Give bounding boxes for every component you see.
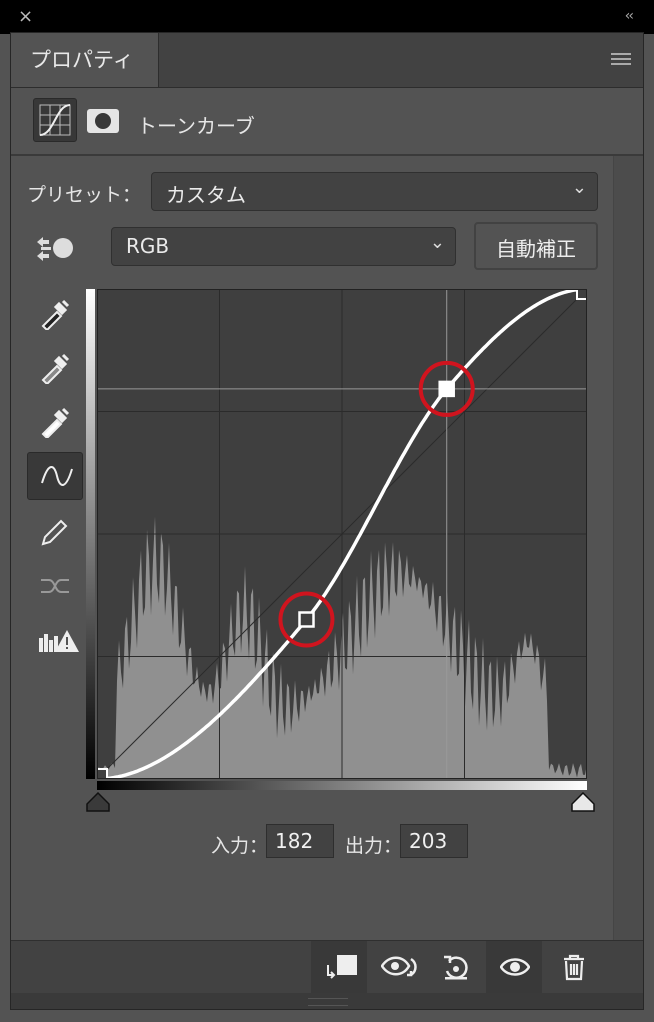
tab-row: プロパティ — [11, 33, 643, 88]
smooth-icon[interactable] — [27, 562, 83, 610]
resize-handle[interactable] — [11, 993, 643, 1009]
delete-button[interactable] — [546, 941, 602, 993]
eyedropper-white-icon[interactable] — [27, 398, 83, 446]
bottom-toolbar — [11, 940, 643, 993]
close-icon[interactable]: × — [18, 8, 36, 26]
chevron-down-icon: ⌄ — [429, 232, 445, 253]
reset-button[interactable] — [427, 941, 483, 993]
black-point-slider[interactable] — [86, 792, 110, 812]
visibility-button[interactable] — [486, 941, 542, 993]
view-previous-icon — [381, 956, 417, 977]
channel-value: RGB — [126, 234, 170, 258]
tab-label: プロパティ — [30, 48, 134, 72]
panel-body: トーンカーブ プリセット： カスタム ⌄ RGB ⌄ 自動補正 入力： 182 … — [11, 88, 643, 940]
white-point-slider[interactable] — [571, 792, 595, 812]
divider — [11, 154, 643, 156]
eyedropper-black-icon[interactable] — [27, 290, 83, 338]
curve-control-point[interactable] — [438, 380, 455, 398]
curve-point-tool[interactable] — [27, 452, 83, 500]
chevron-down-icon: ⌄ — [571, 177, 587, 198]
curve-graph[interactable] — [96, 287, 588, 781]
trash-icon — [564, 954, 584, 981]
curve-endpoint[interactable] — [96, 768, 108, 780]
curves-adjustment-icon[interactable] — [33, 98, 77, 142]
output-field[interactable]: 203 — [400, 824, 468, 858]
clip-to-layer-button[interactable] — [311, 941, 367, 993]
properties-panel: × ‹‹ プロパティ トーンカーブ プリセット： カスタム ⌄ RGB ⌄ 自動… — [0, 0, 654, 1022]
input-gradient — [97, 781, 587, 790]
curve-point-icon — [41, 466, 73, 486]
view-previous-button[interactable] — [367, 941, 423, 993]
output-gradient — [86, 289, 95, 779]
input-label: 入力： — [211, 835, 269, 857]
scrollbar[interactable] — [613, 156, 643, 940]
curve-control-point[interactable] — [298, 611, 315, 628]
title-bar: × ‹‹ — [0, 0, 654, 34]
on-image-adjustment-icon[interactable] — [35, 234, 75, 264]
preset-dropdown[interactable]: カスタム ⌄ — [151, 172, 598, 211]
eyedropper-gray-icon[interactable] — [27, 344, 83, 392]
tab-properties[interactable]: プロパティ — [11, 33, 159, 87]
auto-button[interactable]: 自動補正 — [474, 222, 598, 270]
clipping-warning-icon[interactable] — [27, 616, 83, 664]
adjustment-title: トーンカーブ — [137, 114, 255, 138]
channel-dropdown[interactable]: RGB ⌄ — [111, 227, 456, 266]
auto-button-label: 自動補正 — [496, 237, 576, 261]
input-field[interactable]: 182 — [266, 824, 334, 858]
visibility-icon — [500, 958, 530, 976]
input-output-row: 入力： 182 出力： 203 — [11, 824, 643, 860]
output-label: 出力： — [345, 835, 403, 857]
preset-value: カスタム — [166, 183, 246, 207]
clip-to-layer-icon — [327, 955, 357, 979]
preset-label: プリセット： — [27, 184, 142, 206]
reset-icon — [444, 955, 468, 980]
panel-menu-icon[interactable] — [611, 53, 631, 67]
pencil-icon[interactable] — [27, 508, 83, 556]
collapse-icon[interactable]: ‹‹ — [625, 8, 634, 24]
curve-endpoint[interactable] — [576, 288, 588, 300]
layer-mask-icon[interactable] — [87, 109, 119, 133]
